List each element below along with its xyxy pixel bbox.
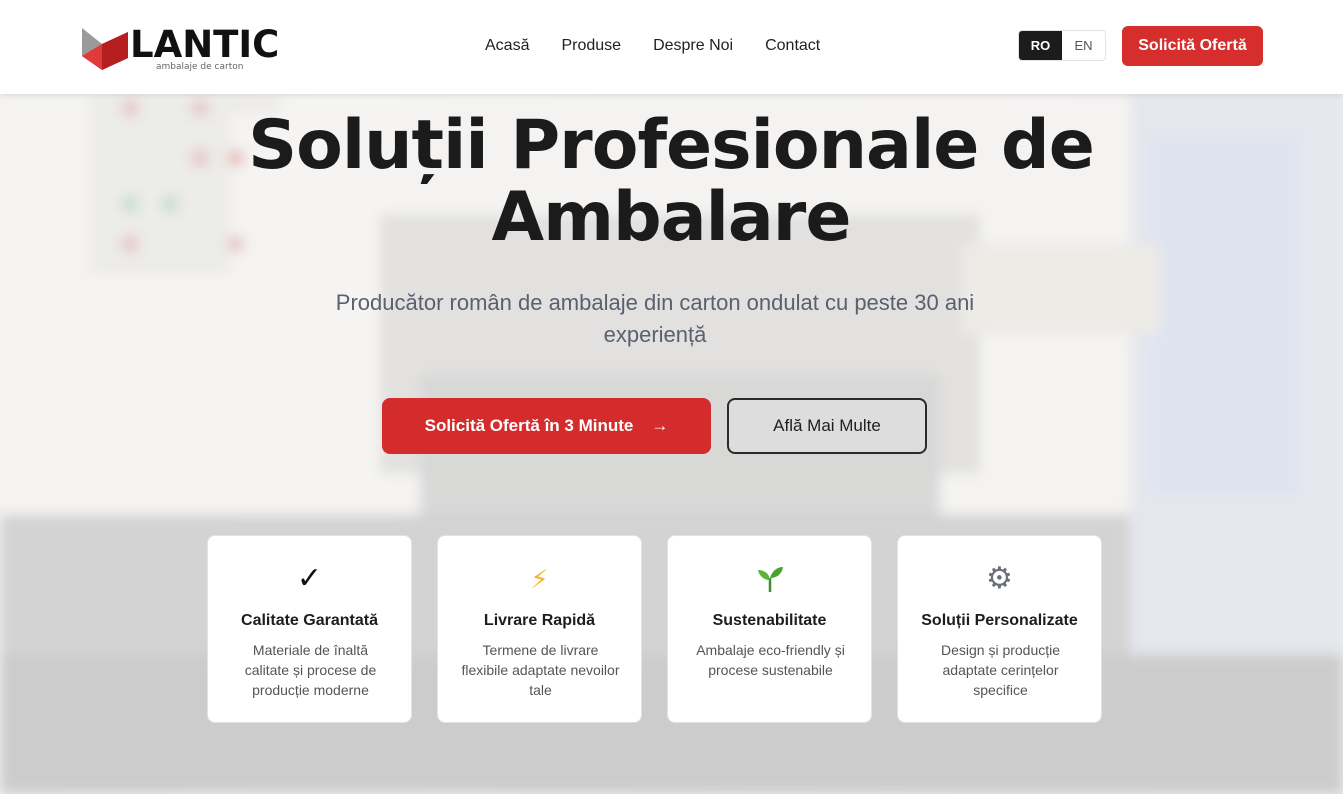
hero-section: Soluții Profesionale de Ambalare Producă… xyxy=(0,94,1343,794)
feature-title: Sustenabilitate xyxy=(712,612,827,629)
nav-item-contact[interactable]: Contact xyxy=(765,36,820,56)
feature-title: Livrare Rapidă xyxy=(483,612,596,629)
feature-description: Materiale de înaltă calitate și procese … xyxy=(244,642,377,698)
feature-description: Termene de livrare flexibile adaptate ne… xyxy=(461,642,620,698)
gear-icon: ⚙ xyxy=(986,562,1013,595)
nav-item-acasa[interactable]: Acasă xyxy=(485,36,529,56)
feature-card-quality: ✓ Calitate Garantată Materiale de înaltă… xyxy=(207,535,412,723)
nav-item-produse[interactable]: Produse xyxy=(561,36,621,56)
nav-item-despre-noi[interactable]: Despre Noi xyxy=(653,36,733,56)
seedling-icon xyxy=(668,564,871,600)
feature-card-sustainability: Sustenabilitate Ambalaje eco-friendly și… xyxy=(667,535,872,723)
request-offer-button[interactable]: Solicită Ofertă în 3 Minute → xyxy=(382,398,711,454)
feature-title: Calitate Garantată xyxy=(241,612,378,629)
header-request-offer-button[interactable]: Solicită Ofertă xyxy=(1122,26,1263,66)
lang-ro-button[interactable]: RO xyxy=(1019,31,1062,60)
feature-description: Ambalaje eco-friendly și procese sustena… xyxy=(696,642,845,678)
feature-card-delivery: ⚡ Livrare Rapidă Termene de livrare flex… xyxy=(437,535,642,723)
section-divider xyxy=(0,794,1343,799)
logo-wordmark: LANTIC xyxy=(130,23,280,66)
feature-title: Soluții Personalizate xyxy=(921,612,1078,629)
arrow-right-icon: → xyxy=(651,416,669,435)
learn-more-button[interactable]: Află Mai Multe xyxy=(727,398,927,454)
logo[interactable]: LANTIC ambalaje de carton xyxy=(80,23,279,74)
hero-title: Soluții Profesionale de Ambalare xyxy=(248,106,1095,257)
request-offer-label: Solicită Ofertă în 3 Minute xyxy=(424,416,634,435)
hero-subtitle: Producător român de ambalaje din carton … xyxy=(335,290,975,347)
lightning-icon: ⚡ xyxy=(530,564,549,594)
feature-card-custom: ⚙ Soluții Personalizate Design și produc… xyxy=(897,535,1102,723)
site-header: LANTIC ambalaje de carton Acasă Produse … xyxy=(0,0,1343,94)
check-icon: ✓ xyxy=(296,562,323,595)
language-switcher: RO EN xyxy=(1018,30,1106,61)
feature-description: Design și producție adaptate cerințelor … xyxy=(940,642,1061,698)
lang-en-button[interactable]: EN xyxy=(1062,31,1105,60)
logo-mark-icon xyxy=(82,28,128,70)
main-nav: Acasă Produse Despre Noi Contact xyxy=(485,36,852,56)
logo-tagline: ambalaje de carton xyxy=(156,62,244,72)
